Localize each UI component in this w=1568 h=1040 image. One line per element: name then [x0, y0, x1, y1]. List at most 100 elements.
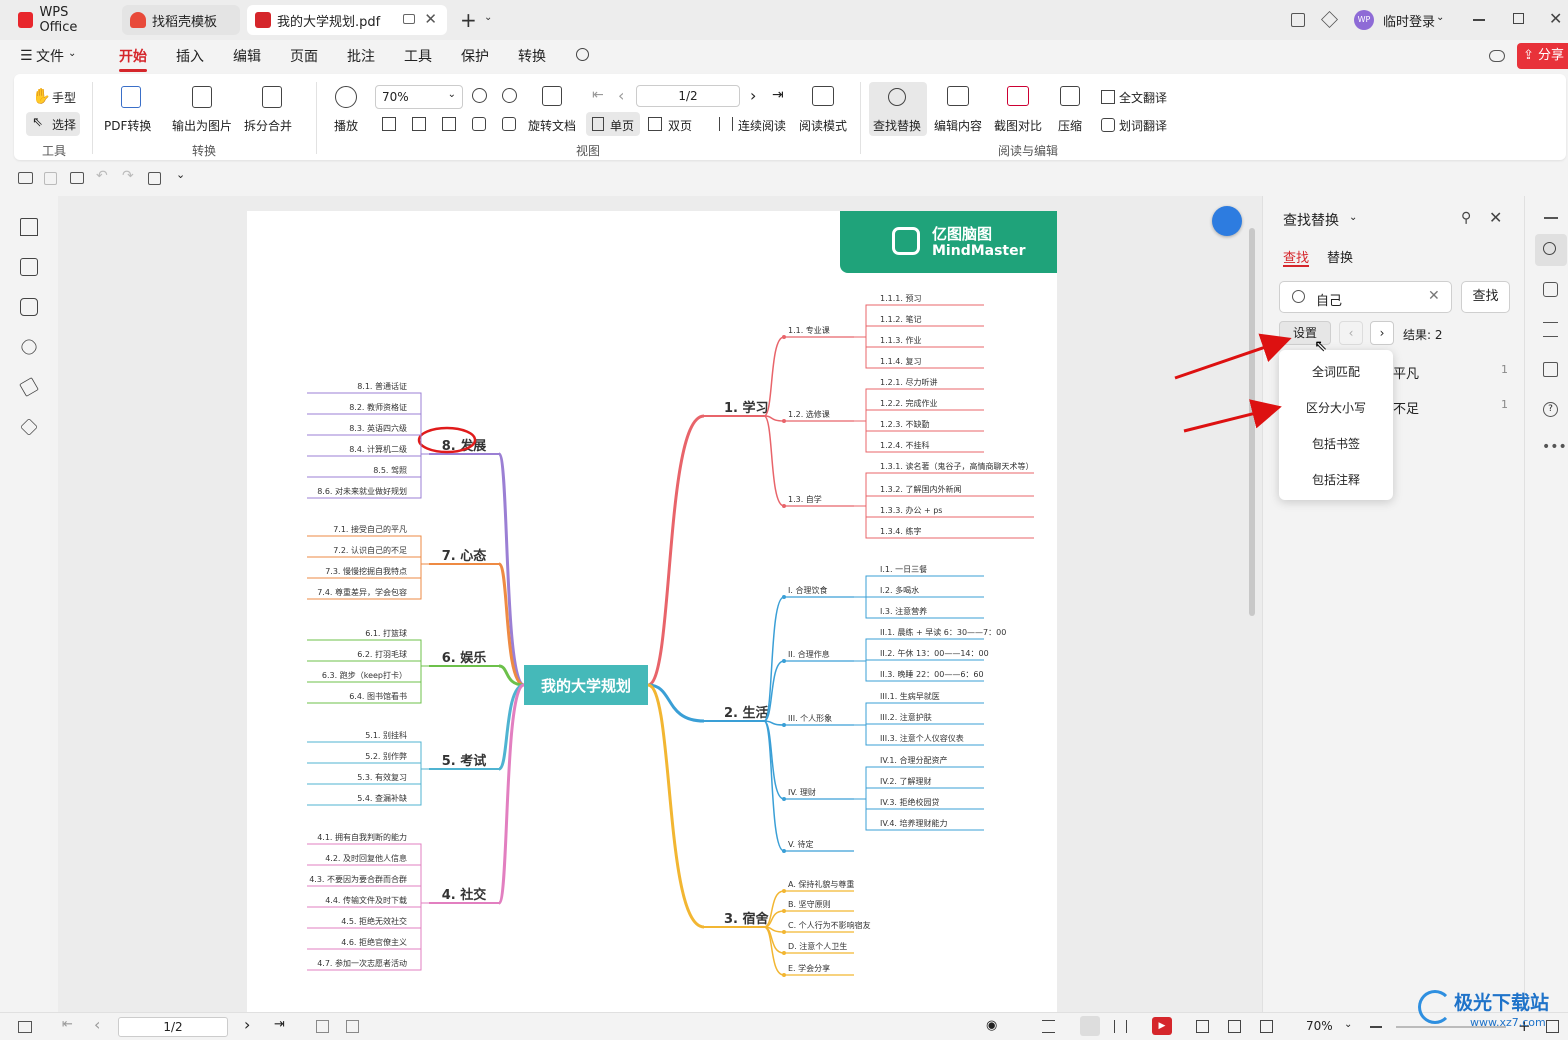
edit-content-button[interactable]: 编辑内容: [934, 117, 982, 134]
full-translate-button[interactable]: 全文翻译: [1119, 89, 1167, 106]
print-icon[interactable]: [70, 172, 84, 184]
prev-result-button[interactable]: ‹: [1339, 321, 1363, 345]
more-icon[interactable]: •••: [1542, 439, 1567, 455]
find-button[interactable]: 查找: [1461, 281, 1510, 313]
pdf-convert-button[interactable]: PDF转换: [104, 117, 151, 134]
chevron-down-icon[interactable]: ⌄: [484, 12, 492, 23]
tab-find[interactable]: 查找: [1283, 247, 1309, 266]
page-input[interactable]: 1/2: [636, 85, 740, 107]
fit-width-icon[interactable]: [442, 117, 456, 131]
translate-icon[interactable]: [1543, 282, 1558, 297]
tab-templates[interactable]: 找稻壳模板: [122, 5, 240, 35]
eye-icon[interactable]: ◉: [986, 1018, 997, 1033]
prev-page-icon[interactable]: ‹: [618, 86, 624, 105]
fit-page-icon[interactable]: [412, 117, 426, 131]
continuous-read-button[interactable]: 连续阅读: [738, 117, 786, 134]
help-icon[interactable]: ?: [1543, 402, 1558, 417]
compress-button[interactable]: 压缩: [1058, 117, 1082, 134]
prev-view-icon[interactable]: [316, 1020, 329, 1033]
tab-replace[interactable]: 替换: [1327, 247, 1353, 266]
double-page-button[interactable]: 双页: [668, 117, 692, 134]
zoom-out-icon[interactable]: [472, 88, 487, 103]
menu-tools[interactable]: 工具: [404, 46, 432, 66]
comment-icon[interactable]: [20, 298, 38, 316]
next-page-icon[interactable]: ›: [750, 86, 756, 105]
first-page-icon[interactable]: ⇤: [62, 1017, 73, 1032]
chevron-down-icon[interactable]: ⌄: [1349, 212, 1357, 223]
close-panel-icon[interactable]: ✕: [1489, 208, 1502, 227]
fit-width-icon[interactable]: [1228, 1020, 1241, 1033]
rotate-right-icon[interactable]: [502, 117, 516, 131]
prev-page-icon[interactable]: ‹: [94, 1015, 100, 1034]
chevron-down-icon[interactable]: ⌄: [1344, 1019, 1352, 1030]
menu-file[interactable]: 文件: [36, 46, 64, 66]
search-tool-button[interactable]: [1535, 234, 1567, 266]
play-button[interactable]: 播放: [334, 117, 358, 134]
menu-annotate[interactable]: 批注: [347, 46, 375, 66]
last-page-icon[interactable]: ⇥: [772, 87, 784, 103]
chevron-down-icon[interactable]: ⌄: [68, 48, 76, 59]
actual-size-icon[interactable]: [382, 117, 396, 131]
share-button[interactable]: ⇪ 分享: [1517, 43, 1568, 69]
open-folder-icon[interactable]: [18, 172, 33, 184]
single-page-view-icon[interactable]: [1080, 1016, 1100, 1036]
thumbnail-icon[interactable]: [20, 258, 38, 276]
menu-edit[interactable]: 编辑: [233, 46, 261, 66]
attachment-icon[interactable]: [18, 336, 40, 358]
play-icon[interactable]: ▶: [1152, 1017, 1172, 1035]
next-view-icon[interactable]: [346, 1020, 359, 1033]
word-translate-button[interactable]: 划词翻译: [1119, 117, 1167, 134]
find-replace-button[interactable]: 查找替换: [869, 82, 927, 136]
double-page-view-icon[interactable]: [1114, 1020, 1127, 1033]
rotate-doc-button[interactable]: 旋转文档: [528, 117, 576, 134]
close-window-icon[interactable]: ✕: [1549, 9, 1562, 28]
redo-icon[interactable]: ↷: [122, 168, 134, 184]
single-page-button[interactable]: 单页: [586, 112, 640, 136]
hamburger-icon[interactable]: ☰: [20, 48, 33, 64]
zoom-in-icon[interactable]: [502, 88, 517, 103]
layout-icon[interactable]: [1291, 13, 1305, 27]
menu-convert[interactable]: 转换: [518, 46, 546, 66]
menu-protect[interactable]: 保护: [461, 46, 489, 66]
rotate-left-icon[interactable]: [472, 117, 486, 131]
fit-icon[interactable]: [1042, 1020, 1055, 1033]
cube-icon[interactable]: [1321, 11, 1338, 28]
clear-icon[interactable]: ✕: [1428, 288, 1440, 304]
close-tab-icon[interactable]: ✕: [424, 10, 437, 28]
tab-wps-office[interactable]: WPS Office: [10, 5, 116, 35]
menu-page[interactable]: 页面: [290, 46, 318, 66]
collapse-icon[interactable]: [1544, 217, 1558, 219]
tab-pdf-document[interactable]: 我的大学规划.pdf ✕: [247, 5, 447, 35]
signature-icon[interactable]: [19, 377, 39, 397]
chevron-down-icon[interactable]: ⌄: [176, 168, 185, 181]
status-page-input[interactable]: 1/2: [118, 1017, 228, 1037]
book-icon[interactable]: [1543, 362, 1558, 377]
copy-icon[interactable]: [148, 172, 161, 185]
last-page-icon[interactable]: ⇥: [274, 1017, 285, 1032]
option-include-comments[interactable]: 包括注释: [1279, 462, 1393, 498]
select-tool-button[interactable]: ⇖ 选择: [26, 112, 80, 136]
login-label[interactable]: 临时登录: [1383, 11, 1435, 30]
first-page-icon[interactable]: ⇤: [592, 87, 604, 103]
monitor-icon[interactable]: [403, 14, 415, 24]
minimize-icon[interactable]: [1473, 19, 1485, 21]
actual-size-icon[interactable]: [1260, 1020, 1273, 1033]
search-icon[interactable]: [576, 48, 589, 61]
screenshot-compare-button[interactable]: 截图对比: [994, 117, 1042, 134]
maximize-icon[interactable]: [1513, 13, 1524, 24]
zoom-select[interactable]: 70% ⌄: [375, 85, 463, 109]
bookmark-icon[interactable]: [20, 218, 38, 236]
adjust-icon[interactable]: [1543, 322, 1558, 337]
read-mode-button[interactable]: 阅读模式: [799, 117, 847, 134]
sidebar-toggle-icon[interactable]: [18, 1021, 32, 1033]
undo-icon[interactable]: ↶: [96, 168, 108, 184]
fit-page-icon[interactable]: [1196, 1020, 1209, 1033]
status-zoom[interactable]: 70%: [1306, 1019, 1333, 1033]
save-icon[interactable]: [44, 172, 57, 185]
hand-tool-button[interactable]: 手型: [52, 89, 76, 106]
new-tab-icon[interactable]: +: [460, 8, 477, 32]
cloud-icon[interactable]: [1489, 50, 1505, 62]
chevron-down-icon[interactable]: ⌄: [1436, 12, 1444, 23]
pin-icon[interactable]: ⚲: [1461, 210, 1471, 226]
layers-icon[interactable]: [20, 418, 38, 436]
